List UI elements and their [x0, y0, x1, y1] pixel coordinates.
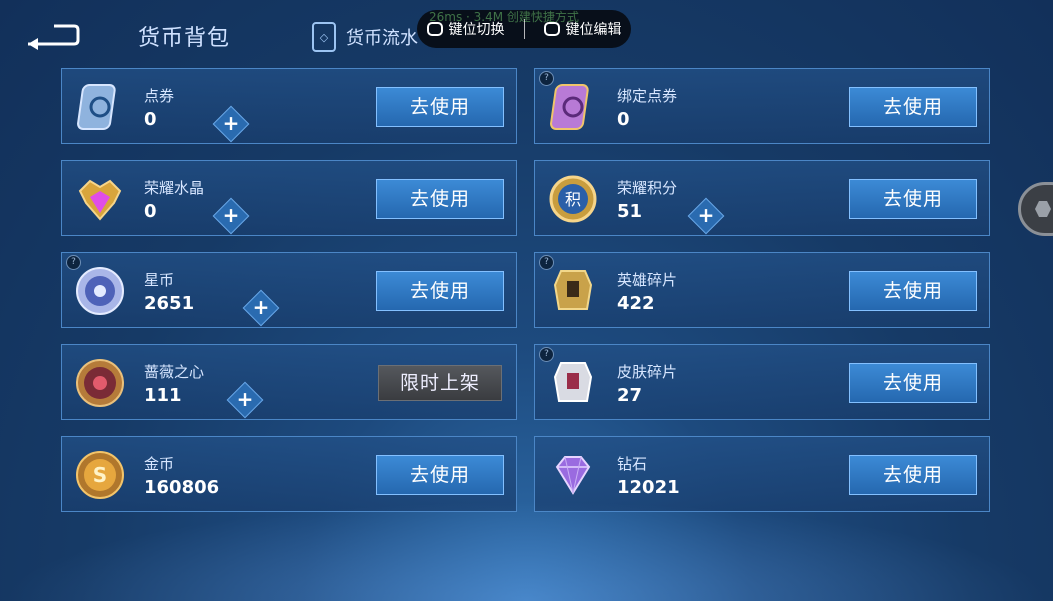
- tab-currency-flow[interactable]: ◇ 货币流水: [312, 22, 418, 52]
- skin-fragment-icon: [547, 357, 599, 409]
- use-button[interactable]: 去使用: [849, 87, 977, 127]
- overlay-divider: [523, 19, 525, 39]
- use-button[interactable]: 去使用: [376, 271, 504, 311]
- diamond-icon: [547, 449, 599, 501]
- currency-name: 荣耀积分: [617, 179, 678, 197]
- plus-icon: +: [697, 203, 715, 227]
- currency-name: 皮肤碎片: [617, 363, 678, 381]
- use-button[interactable]: 去使用: [376, 455, 504, 495]
- plus-icon: +: [222, 203, 240, 227]
- currency-card: 点券 0 + 去使用: [61, 68, 517, 144]
- currency-amount: 0: [144, 201, 157, 222]
- svg-text:积: 积: [565, 190, 581, 209]
- rose-heart-icon: [74, 357, 126, 409]
- hexagon-icon: [1035, 201, 1051, 217]
- currency-amount: 27: [617, 385, 643, 406]
- use-button[interactable]: 去使用: [849, 455, 977, 495]
- currency-card: 荣耀水晶 0 + 去使用: [61, 160, 517, 236]
- glory-crystal-icon: [74, 173, 126, 225]
- plus-icon: +: [222, 111, 240, 135]
- card-tab-icon: ◇: [312, 22, 336, 52]
- currency-name: 点券: [144, 87, 175, 105]
- add-currency-button[interactable]: +: [242, 289, 280, 327]
- currency-amount: 51: [617, 201, 643, 222]
- key-mapping-overlay: 26ms · 3.4M 创建快捷方式 键位切换 键位编辑: [417, 10, 631, 48]
- currency-card: 蔷薇之心 111 + 限时上架: [61, 344, 517, 420]
- currency-card: ? 绑定点券 0 去使用: [534, 68, 990, 144]
- currency-amount: 111: [144, 385, 182, 406]
- currency-name: 英雄碎片: [617, 271, 678, 289]
- voucher-icon: [74, 81, 126, 133]
- currency-card: 积 荣耀积分 51 + 去使用: [534, 160, 990, 236]
- use-button[interactable]: 去使用: [849, 363, 977, 403]
- top-bar: 货币背包 ◇ 货币流水 26ms · 3.4M 创建快捷方式 键位切换 键位编辑: [0, 0, 1053, 68]
- currency-name: 荣耀水晶: [144, 179, 205, 197]
- back-button[interactable]: [24, 20, 82, 52]
- use-button[interactable]: 去使用: [376, 87, 504, 127]
- currency-amount: 422: [617, 293, 655, 314]
- tab-currency-flow-label: 货币流水: [346, 28, 418, 49]
- currency-amount: 0: [144, 109, 157, 130]
- hero-fragment-icon: [547, 265, 599, 317]
- currency-card: ? 皮肤碎片 27 去使用: [534, 344, 990, 420]
- svg-text:S: S: [93, 463, 107, 487]
- floating-side-handle[interactable]: [1018, 182, 1053, 236]
- bound-voucher-icon: [547, 81, 599, 133]
- currency-amount: 160806: [144, 477, 220, 498]
- add-currency-button[interactable]: +: [687, 197, 725, 235]
- add-currency-button[interactable]: +: [226, 381, 264, 419]
- plus-icon: +: [236, 387, 254, 411]
- limited-time-button[interactable]: 限时上架: [378, 365, 502, 401]
- currency-name: 钻石: [617, 455, 648, 473]
- currency-name: 绑定点券: [617, 87, 678, 105]
- use-button[interactable]: 去使用: [376, 179, 504, 219]
- add-currency-button[interactable]: +: [212, 197, 250, 235]
- gold-coin-icon: S: [74, 449, 126, 501]
- glory-points-icon: 积: [547, 173, 599, 225]
- plus-icon: +: [252, 295, 270, 319]
- currency-card: ? 星币 2651 + 去使用: [61, 252, 517, 328]
- star-coin-icon: [74, 265, 126, 317]
- bottom-glow: [0, 501, 1053, 601]
- use-button[interactable]: 去使用: [849, 271, 977, 311]
- currency-name: 金币: [144, 455, 175, 473]
- back-arrow-icon: [28, 24, 80, 50]
- currency-amount: 12021: [617, 477, 680, 498]
- use-button[interactable]: 去使用: [849, 179, 977, 219]
- overlay-ghost-text: 26ms · 3.4M 创建快捷方式: [429, 10, 579, 24]
- currency-amount: 2651: [144, 293, 195, 314]
- currency-name: 蔷薇之心: [144, 363, 205, 381]
- currency-card: ? 英雄碎片 422 去使用: [534, 252, 990, 328]
- add-currency-button[interactable]: +: [212, 105, 250, 143]
- currency-amount: 0: [617, 109, 630, 130]
- currency-name: 星币: [144, 271, 175, 289]
- page-title: 货币背包: [138, 26, 231, 51]
